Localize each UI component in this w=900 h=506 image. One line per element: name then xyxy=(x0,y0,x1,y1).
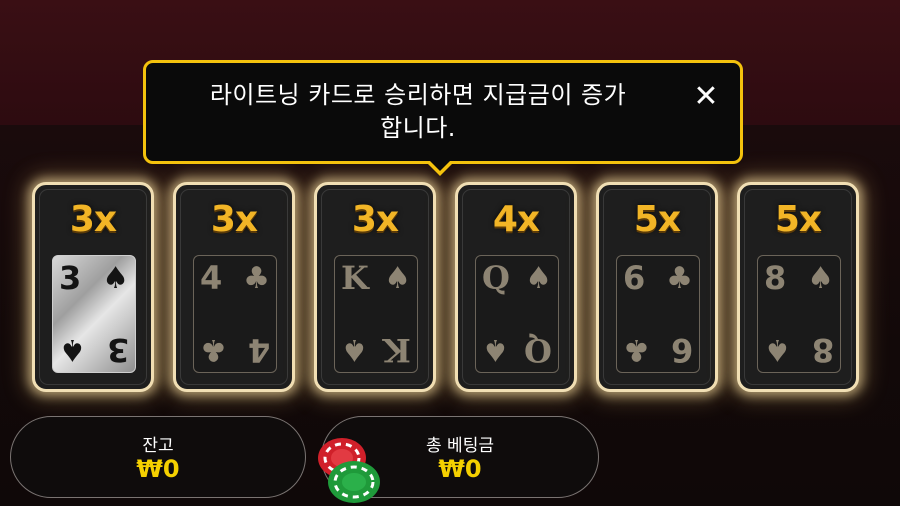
card-rank: K xyxy=(383,331,411,369)
card-rank: 3 xyxy=(106,331,129,369)
lightning-tooltip: 라이트닝 카드로 승리하면 지급금이 증가 합니다. ✕ xyxy=(143,60,743,164)
card-face: Q ♠ ♠ Q xyxy=(475,255,559,373)
balance-value: ₩0 xyxy=(136,455,180,483)
spade-icon: ♠ xyxy=(384,261,411,296)
lightning-card-3: 3x K ♠ ♠ K xyxy=(314,182,436,392)
tooltip-arrow-fill xyxy=(429,160,451,171)
card-rank: Q xyxy=(482,259,510,297)
spade-icon: ♠ xyxy=(482,332,509,367)
spade-icon: ♠ xyxy=(525,261,552,296)
card-multiplier: 3x xyxy=(351,199,399,240)
card-multiplier: 3x xyxy=(210,199,258,240)
card-rank: 4 xyxy=(247,331,270,369)
spade-icon: ♠ xyxy=(59,332,86,367)
spade-icon: ♠ xyxy=(807,261,834,296)
card-face: 6 ♣ ♣ 6 xyxy=(616,255,700,373)
card-rank: 6 xyxy=(670,331,693,369)
club-icon: ♣ xyxy=(623,332,650,367)
card-rank: 4 xyxy=(200,259,223,297)
card-multiplier: 5x xyxy=(633,199,681,240)
balance-label: 잔고 xyxy=(142,436,174,456)
card-face: K ♠ ♠ K xyxy=(334,255,418,373)
chips-icon xyxy=(318,438,380,503)
close-icon[interactable]: ✕ xyxy=(690,81,722,113)
spade-icon: ♠ xyxy=(764,332,791,367)
club-icon: ♣ xyxy=(666,261,693,296)
card-multiplier: 3x xyxy=(69,199,117,240)
lightning-card-6: 5x 8 ♠ ♠ 8 xyxy=(737,182,859,392)
card-rank: K xyxy=(341,259,369,297)
card-rank: 3 xyxy=(59,259,82,297)
lightning-card-2: 3x 4 ♣ ♣ 4 xyxy=(173,182,295,392)
card-multiplier: 5x xyxy=(774,199,822,240)
tooltip-message: 라이트닝 카드로 승리하면 지급금이 증가 합니다. xyxy=(168,79,668,145)
card-multiplier: 4x xyxy=(492,199,540,240)
club-icon: ♣ xyxy=(200,332,227,367)
club-icon: ♣ xyxy=(243,261,270,296)
tooltip-line-2: 합니다. xyxy=(380,114,456,142)
tooltip-line-1: 라이트닝 카드로 승리하면 지급금이 증가 xyxy=(209,81,627,109)
card-rank: 8 xyxy=(811,331,834,369)
card-face: 3 ♠ ♠ 3 xyxy=(52,255,136,373)
card-face: 4 ♣ ♣ 4 xyxy=(193,255,277,373)
card-face: 8 ♠ ♠ 8 xyxy=(757,255,841,373)
lightning-card-1: 3x 3 ♠ ♠ 3 xyxy=(32,182,154,392)
card-rank: 8 xyxy=(764,259,787,297)
balance-panel: 잔고 ₩0 xyxy=(10,416,306,498)
lightning-card-4: 4x Q ♠ ♠ Q xyxy=(455,182,577,392)
spade-icon: ♠ xyxy=(102,261,129,296)
spade-icon: ♠ xyxy=(341,332,368,367)
card-rank: 6 xyxy=(623,259,646,297)
lightning-card-5: 5x 6 ♣ ♣ 6 xyxy=(596,182,718,392)
card-rank: Q xyxy=(524,331,552,369)
